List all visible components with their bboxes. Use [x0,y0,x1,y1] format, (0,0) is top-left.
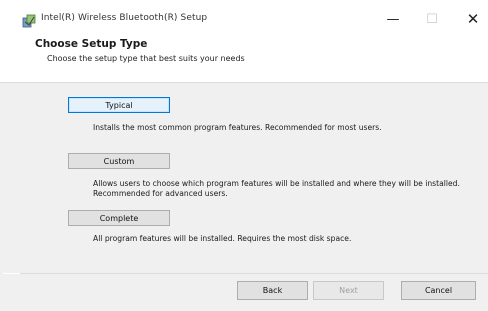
typical-description: Installs the most common program feature… [93,123,382,132]
footer-bar: Back Next Cancel [0,274,488,311]
title-bar[interactable]: Intel(R) Wireless Bluetooth(R) Setup — ☐… [0,0,488,30]
window-title: Intel(R) Wireless Bluetooth(R) Setup [41,13,208,23]
header-banner: Choose Setup Type Choose the setup type … [0,30,488,82]
complete-description: All program features will be installed. … [93,234,352,243]
typical-button[interactable]: Typical [68,97,170,113]
cancel-button[interactable]: Cancel [401,281,476,300]
minimize-button[interactable]: — [376,8,410,30]
installer-icon [22,13,36,28]
setup-window: Intel(R) Wireless Bluetooth(R) Setup — ☐… [0,0,488,311]
page-subtitle: Choose the setup type that best suits yo… [47,54,245,63]
custom-description: Allows users to choose which program fea… [93,179,460,198]
complete-button[interactable]: Complete [68,210,170,226]
setup-type-panel: Typical Installs the most common program… [0,83,488,273]
next-button[interactable]: Next [313,281,384,300]
maximize-button[interactable]: ☐ [415,8,449,30]
custom-button[interactable]: Custom [68,153,170,169]
back-button[interactable]: Back [237,281,308,300]
page-title: Choose Setup Type [35,38,148,50]
close-button[interactable]: ✕ [456,8,488,30]
